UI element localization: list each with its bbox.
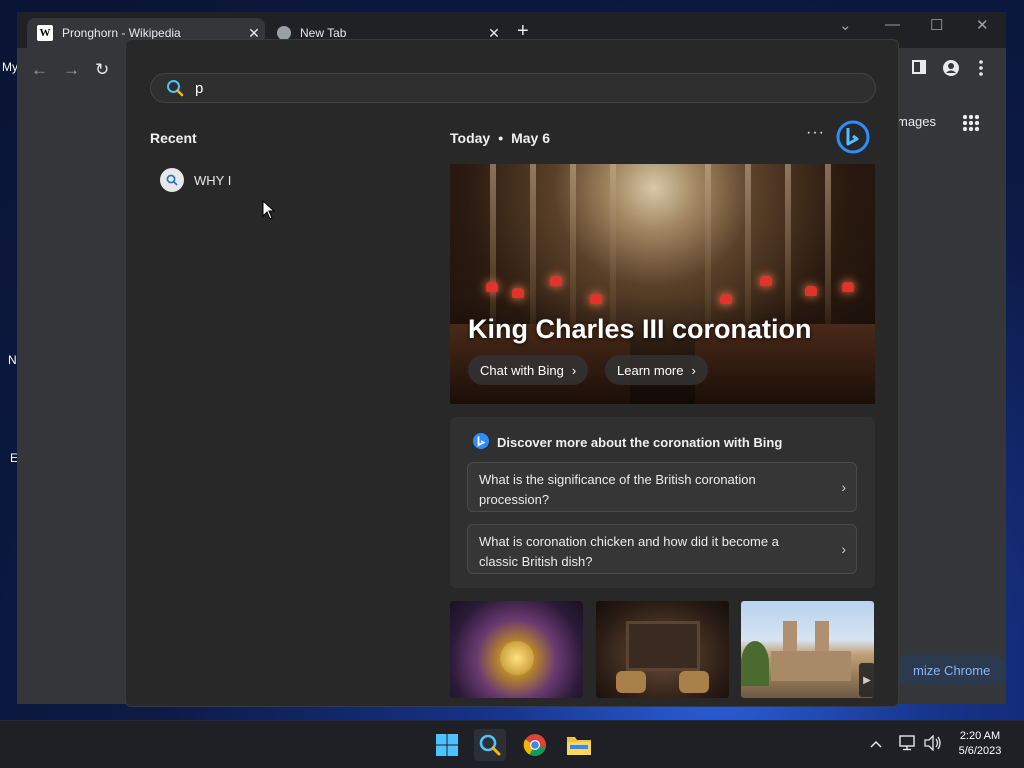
hero-card[interactable]: King Charles III coronation Chat with Bi… [450, 164, 875, 404]
chevron-right-icon: › [841, 479, 846, 495]
profile-icon[interactable] [943, 60, 959, 80]
search-flyout: Recent WHY I Today • May 6 ··· King Char… [125, 39, 899, 707]
mouse-cursor-icon [262, 200, 276, 220]
chat-with-bing-button[interactable]: Chat with Bing › [468, 355, 589, 385]
recent-heading: Recent [150, 130, 197, 146]
prompt-text: What is the significance of the British … [479, 472, 756, 507]
clock-time: 2:20 AM [959, 730, 1001, 742]
forward-button[interactable]: → [63, 60, 80, 80]
recent-item-label: WHY I [194, 172, 232, 188]
search-icon [165, 78, 185, 98]
close-window-button[interactable]: ✕ [976, 16, 989, 34]
tab-title: New Tab [300, 26, 347, 40]
today-header: Today • May 6 [450, 130, 550, 146]
chevron-right-icon: › [841, 541, 846, 557]
prompt-text: What is coronation chicken and how did i… [479, 534, 779, 569]
file-explorer-icon[interactable] [563, 729, 595, 761]
images-link[interactable]: mages [897, 114, 936, 129]
today-label: Today [450, 130, 491, 146]
network-icon[interactable] [899, 735, 917, 754]
date-label: May 6 [511, 130, 551, 146]
coronation-chair-thumbnail[interactable] [596, 601, 729, 698]
search-history-icon [160, 168, 184, 192]
search-input[interactable] [195, 79, 855, 97]
bullet-separator: • [498, 130, 504, 146]
recent-item[interactable]: WHY I [160, 167, 360, 193]
minimize-button[interactable]: — [885, 16, 900, 33]
desktop-icon-label[interactable]: N [8, 353, 17, 367]
desktop-icon-label[interactable]: My [2, 60, 18, 74]
chrome-icon[interactable] [519, 729, 551, 761]
bing-chat-icon[interactable] [836, 120, 870, 154]
more-options-button[interactable]: ··· [806, 124, 825, 142]
button-label: Chat with Bing [480, 362, 564, 378]
learn-more-button[interactable]: Learn more › [605, 355, 708, 385]
maximize-button[interactable]: ☐ [930, 16, 943, 34]
hero-title: King Charles III coronation [468, 314, 812, 344]
scroll-right-button[interactable]: ▶ [859, 663, 875, 697]
wikipedia-favicon-icon: W [37, 25, 53, 41]
show-hidden-icons-button[interactable] [870, 735, 882, 751]
start-windows-icon[interactable] [431, 729, 463, 761]
discover-title-text: Discover more about the coronation with … [497, 435, 783, 450]
clock[interactable]: 2:20 AM 5/6/2023 [950, 729, 1010, 759]
chevron-right-icon: › [691, 362, 696, 378]
taskbar: 2:20 AM 5/6/2023 [0, 720, 1024, 768]
taskbar-search-icon[interactable] [474, 729, 506, 761]
chevron-right-icon: › [571, 362, 577, 378]
button-label: Learn more [617, 362, 684, 378]
tab-search-icon[interactable]: ⌄ [839, 16, 852, 34]
discover-title: Discover more about the coronation with … [472, 432, 782, 453]
tab-title: Pronghorn - Wikipedia [62, 26, 181, 40]
apps-grid-icon[interactable] [962, 114, 980, 132]
bing-logo-icon [472, 432, 490, 453]
suggested-prompt[interactable]: What is the significance of the British … [467, 462, 857, 512]
volume-icon[interactable] [924, 734, 942, 754]
suggested-prompt[interactable]: What is coronation chicken and how did i… [467, 524, 857, 574]
westminster-abbey-thumbnail[interactable] [741, 601, 874, 698]
customize-chrome-button[interactable]: mize Chrome [893, 655, 1006, 685]
crown-jewels-thumbnail[interactable] [450, 601, 583, 698]
search-box[interactable] [150, 73, 876, 103]
clock-date: 5/6/2023 [958, 745, 1002, 757]
reload-button[interactable]: ↻ [95, 60, 109, 80]
menu-kebab-icon[interactable] [979, 60, 983, 80]
side-panel-icon[interactable] [912, 60, 926, 78]
back-button[interactable]: ← [31, 60, 48, 80]
chrome-favicon-icon [277, 26, 291, 40]
discover-card: Discover more about the coronation with … [450, 417, 875, 588]
